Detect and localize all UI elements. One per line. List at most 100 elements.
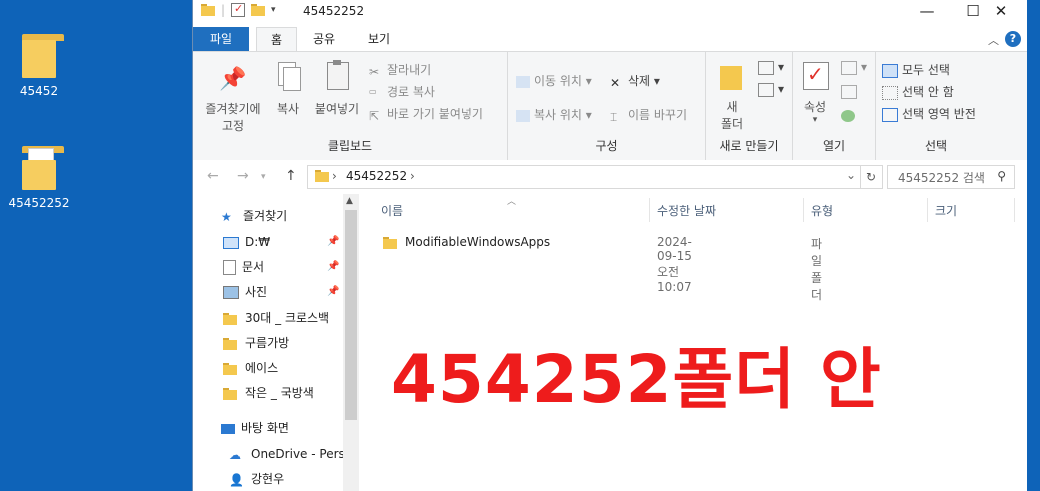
nav-label: D:₩ xyxy=(245,235,271,249)
search-box[interactable]: 45452252 검색 ⚲ xyxy=(887,165,1015,189)
properties-button[interactable]: ✓ 속성 ▾ xyxy=(797,60,833,125)
customize-dropdown-icon[interactable]: ▾ xyxy=(271,5,276,15)
column-divider[interactable] xyxy=(1014,198,1015,222)
chevron-down-icon[interactable]: ▾ xyxy=(797,115,833,125)
pin-label-line2: 고정 xyxy=(221,119,245,133)
nav-user[interactable]: 👤 강현우 xyxy=(229,468,284,490)
tab-view[interactable]: 보기 xyxy=(354,27,404,51)
desktop-folder-45452252[interactable]: 45452252 xyxy=(4,146,74,210)
history-button[interactable] xyxy=(841,108,859,122)
scissors-icon: ✂ xyxy=(369,64,380,79)
tab-home[interactable]: 홈 xyxy=(256,27,298,52)
column-divider[interactable] xyxy=(927,198,928,222)
select-all-button[interactable]: 모두 선택 xyxy=(882,61,950,78)
nav-label: OneDrive - Pers xyxy=(251,447,343,461)
new-folder-icon xyxy=(718,62,746,94)
ribbon: 📌 즐겨찾기에 고정 복사 붙여넣기 ✂ 잘라내기 ▭ 경로 복사 ⇱ 바로 가기 붙… xyxy=(193,51,1027,161)
open-button[interactable]: ▾ xyxy=(841,60,867,75)
copy-path-button[interactable]: ▭ 경로 복사 xyxy=(369,83,435,100)
nav-item-folder[interactable]: 30대 _ 크로스백 xyxy=(223,307,343,329)
move-to-button[interactable]: 이동 위치 ▾ xyxy=(516,72,592,89)
delete-button[interactable]: ✕ 삭제 ▾ xyxy=(610,72,660,90)
chevron-up-icon[interactable]: ︿ xyxy=(988,32,999,48)
new-folder-icon[interactable] xyxy=(251,4,266,16)
nav-item-folder[interactable]: 에이스 xyxy=(223,357,278,379)
properties-label: 속성 xyxy=(803,100,827,114)
scroll-up-icon[interactable]: ▲ xyxy=(346,196,353,206)
forward-button[interactable]: → xyxy=(237,168,249,184)
column-size[interactable]: 크기 xyxy=(935,202,957,219)
easy-access-button[interactable]: ▾ xyxy=(758,82,784,97)
folder-icon xyxy=(223,358,239,380)
pin-to-quick-access-button[interactable]: 📌 즐겨찾기에 고정 xyxy=(199,64,267,134)
copy-path-label: 경로 복사 xyxy=(387,85,435,99)
copy-to-icon xyxy=(516,109,530,122)
cloud-icon: ☁ xyxy=(229,447,241,462)
nav-item-folder[interactable]: 작은 _ 국방색 xyxy=(223,382,343,404)
nav-quick-access[interactable]: ★ 즐겨찾기 xyxy=(221,205,287,227)
cut-button[interactable]: ✂ 잘라내기 xyxy=(369,61,432,79)
column-modified[interactable]: 수정한 날짜 xyxy=(657,202,716,219)
help-icon[interactable]: ? xyxy=(1005,31,1021,47)
new-folder-button[interactable]: 새 폴더 xyxy=(712,62,752,132)
nav-scrollbar[interactable]: ▲ xyxy=(343,194,359,491)
nav-label: 에이스 xyxy=(245,361,279,375)
paste-button[interactable]: 붙여넣기 xyxy=(309,60,365,117)
desktop-folder-45452[interactable]: 45452 xyxy=(4,34,74,98)
column-name[interactable]: 이름 xyxy=(381,202,403,219)
recent-locations-button[interactable]: ▾ xyxy=(261,172,266,182)
paste-shortcut-label: 바로 가기 붙여넣기 xyxy=(387,107,483,121)
select-group: 모두 선택 선택 안 함 선택 영역 반전 선택 xyxy=(876,52,996,160)
copy-button[interactable]: 복사 xyxy=(271,60,305,117)
tab-share[interactable]: 공유 xyxy=(299,27,349,51)
explorer-window: | ✓ ▾ 45452252 — ☐ ✕ 파일 홈 공유 보기 ︿ ? 📌 즐겨… xyxy=(192,0,1027,491)
easy-access-icon xyxy=(758,82,774,97)
delete-label: 삭제 xyxy=(628,74,651,88)
path-icon: ▭ xyxy=(369,86,377,96)
tab-file[interactable]: 파일 xyxy=(193,27,250,51)
address-bar[interactable]: › 45452252 › ⌄ xyxy=(307,165,861,189)
scroll-thumb[interactable] xyxy=(345,210,357,420)
nav-onedrive[interactable]: ☁ OneDrive - Pers xyxy=(229,443,343,465)
ribbon-tabs: 파일 홈 공유 보기 ︿ ? xyxy=(193,25,1027,52)
move-icon xyxy=(516,75,530,88)
desktop-icon-label: 45452252 xyxy=(8,196,70,210)
select-group-label: 선택 xyxy=(924,139,948,153)
sort-arrow-icon: ︿ xyxy=(507,197,517,207)
properties-icon[interactable]: ✓ xyxy=(231,2,246,17)
rename-button[interactable]: ⌶ 이름 바꾸기 xyxy=(610,106,687,124)
title-bar: | ✓ ▾ 45452252 — ☐ ✕ xyxy=(193,0,1027,23)
column-type[interactable]: 유형 xyxy=(811,202,833,219)
invert-selection-icon xyxy=(882,107,898,122)
refresh-button[interactable]: ↻ xyxy=(860,165,883,189)
address-path: 45452252 xyxy=(346,169,408,183)
new-item-button[interactable]: ▾ xyxy=(758,60,784,75)
minimize-button[interactable]: — xyxy=(904,0,950,23)
folder-icon xyxy=(223,308,239,330)
organize-group-label: 구성 xyxy=(595,139,618,153)
shortcut-icon: ⇱ xyxy=(369,108,380,123)
up-button[interactable]: ↑ xyxy=(285,168,297,184)
file-name: ModifiableWindowsApps xyxy=(405,235,551,249)
file-type: 파일 폴더 xyxy=(811,237,823,302)
column-divider[interactable] xyxy=(649,198,650,222)
nav-item-d-drive[interactable]: D:₩ xyxy=(223,231,270,253)
nav-item-folder[interactable]: 구름가방 xyxy=(223,332,289,354)
select-none-button[interactable]: 선택 안 함 xyxy=(882,83,954,100)
back-button[interactable]: ← xyxy=(207,168,219,184)
address-dropdown-icon[interactable]: ⌄ xyxy=(846,168,856,182)
open-icon xyxy=(841,60,857,75)
cut-label: 잘라내기 xyxy=(387,63,432,77)
properties-icon: ✓ xyxy=(801,60,829,92)
invert-selection-button[interactable]: 선택 영역 반전 xyxy=(882,105,976,122)
nav-item-pictures[interactable]: 사진 xyxy=(223,281,267,303)
column-divider[interactable] xyxy=(803,198,804,222)
nav-desktop[interactable]: 바탕 화면 xyxy=(221,417,289,439)
organize-group: 이동 위치 ▾ 복사 위치 ▾ ✕ 삭제 ▾ ⌶ 이름 바꾸기 구성 xyxy=(508,52,706,160)
quick-access-toolbar: | ✓ ▾ xyxy=(201,2,276,17)
close-button[interactable]: ✕ xyxy=(978,0,1024,23)
copy-to-button[interactable]: 복사 위치 ▾ xyxy=(516,106,592,123)
edit-button[interactable] xyxy=(841,84,861,99)
nav-item-documents[interactable]: 문서 xyxy=(223,256,264,278)
paste-shortcut-button[interactable]: ⇱ 바로 가기 붙여넣기 xyxy=(369,105,483,123)
